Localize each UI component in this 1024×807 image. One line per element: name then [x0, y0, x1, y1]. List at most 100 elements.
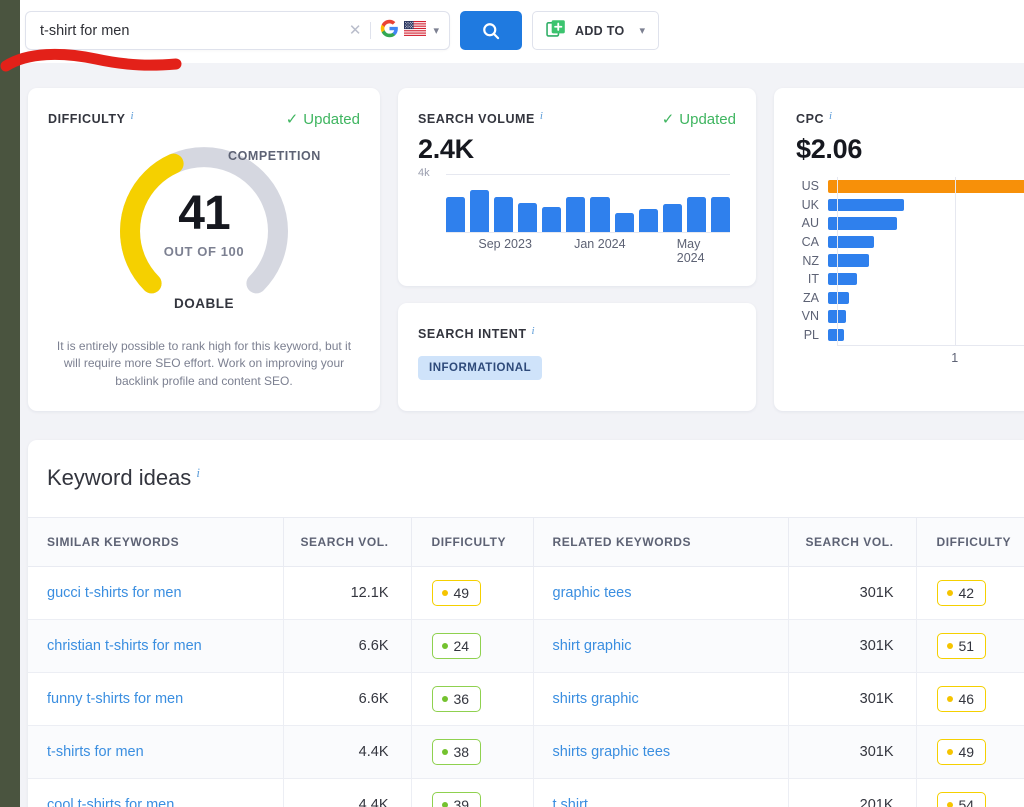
cpc-bar[interactable] — [828, 291, 849, 305]
cpc-bar[interactable] — [828, 254, 870, 267]
keyword-link[interactable]: t-shirts for men — [47, 744, 144, 760]
cell-similar-difficulty: 38 — [411, 725, 534, 779]
info-icon[interactable]: i — [540, 110, 543, 122]
cell-related-keyword: shirt graphic — [533, 619, 789, 673]
keyword-link[interactable]: gucci t-shirts for men — [47, 585, 182, 601]
keyword-link[interactable]: cool t-shirts for men — [47, 797, 174, 807]
chart-bar[interactable] — [542, 207, 562, 232]
cell-related-keyword: shirts graphic — [533, 672, 789, 726]
keyword-link[interactable]: shirt graphic — [553, 638, 632, 654]
chart-bar[interactable] — [686, 197, 706, 232]
search-box[interactable]: ✕ — [25, 11, 450, 50]
info-icon[interactable]: i — [829, 110, 832, 122]
column-related-keywords[interactable]: RELATED KEYWORDS — [533, 517, 789, 567]
difficulty-card: DIFFICULTY i ✓ Updated 41 OUT OF 100 DOAB… — [28, 88, 380, 411]
cpc-country-label: AU — [801, 216, 819, 231]
keyword-link[interactable]: shirts graphic tees — [553, 744, 671, 760]
cpc-track — [828, 177, 1024, 196]
cpc-country-label: US — [801, 179, 819, 194]
chart-bar[interactable] — [566, 197, 586, 232]
keyword-link[interactable]: funny t-shirts for men — [47, 691, 183, 707]
keyword-link[interactable]: t shirt — [553, 797, 588, 807]
cpc-axis-y — [837, 177, 838, 346]
chart-bar[interactable] — [590, 197, 610, 232]
column-related-difficulty[interactable]: DIFFICULTY — [916, 517, 1024, 567]
cpc-bar[interactable] — [828, 235, 875, 249]
cell-similar-difficulty: 49 — [411, 566, 534, 620]
chart-bar[interactable] — [494, 197, 514, 232]
info-icon[interactable]: i — [130, 110, 133, 122]
keyword-link[interactable]: christian t-shirts for men — [47, 638, 202, 654]
column-similar-search-vol[interactable]: SEARCH VOL. — [283, 517, 412, 567]
metrics-cards: DIFFICULTY i ✓ Updated 41 OUT OF 100 DOAB… — [28, 88, 1024, 411]
search-toolbar: ✕ — [25, 11, 660, 50]
cell-related-difficulty: 51 — [916, 619, 1024, 673]
column-similar-difficulty[interactable]: DIFFICULTY — [411, 517, 534, 567]
chart-bar[interactable] — [710, 197, 730, 232]
cpc-row: IT — [796, 270, 1024, 289]
cpc-bar[interactable] — [828, 272, 858, 286]
add-to-list-icon — [546, 18, 567, 44]
cpc-country-label: CA — [801, 235, 819, 250]
close-icon[interactable]: ✕ — [340, 23, 371, 38]
add-to-button[interactable]: ADD TO ▾ — [532, 11, 660, 50]
cpc-bar[interactable] — [828, 198, 904, 212]
cpc-country-label: IT — [807, 272, 819, 287]
chart-bar[interactable] — [446, 197, 466, 232]
info-icon[interactable]: i — [196, 465, 200, 480]
search-input[interactable] — [40, 22, 340, 39]
search-volume-card: SEARCH VOLUME i ✓ Updated 2.4K 4k Sep 20… — [398, 88, 756, 286]
difficulty-badge: 39 — [431, 792, 482, 807]
difficulty-updated-label: Updated — [303, 110, 360, 128]
chart-bar[interactable] — [614, 213, 634, 232]
us-flag-icon[interactable] — [404, 20, 427, 41]
difficulty-gauge: 41 OUT OF 100 DOABLE — [48, 136, 360, 326]
cpc-row: CA — [796, 233, 1024, 252]
status-dot — [441, 749, 448, 755]
keyword-link[interactable]: graphic tees — [553, 585, 632, 601]
cpc-title: CPC — [796, 112, 825, 126]
search-intent-title: SEARCH INTENT — [418, 327, 527, 341]
chart-bar[interactable] — [518, 203, 538, 232]
divider — [370, 22, 372, 39]
cell-similar-keyword: t-shirts for men — [28, 725, 284, 779]
chevron-down-icon[interactable]: ▾ — [433, 24, 439, 37]
chart-baseline — [446, 232, 730, 233]
table-row: gucci t-shirts for men 12.1K 49 graphic tee… — [28, 566, 1024, 620]
cpc-bar[interactable] — [828, 328, 844, 342]
info-icon[interactable]: i — [532, 325, 535, 337]
column-related-search-vol[interactable]: SEARCH VOL. — [788, 517, 917, 567]
cpc-row: ZA — [796, 289, 1024, 308]
search-button[interactable] — [460, 11, 522, 50]
cpc-country-label: VN — [801, 309, 819, 324]
cell-similar-keyword: christian t-shirts for men — [28, 619, 284, 673]
google-icon[interactable] — [380, 19, 399, 43]
cpc-row: AU — [796, 214, 1024, 233]
chart-bar[interactable] — [470, 189, 490, 232]
difficulty-badge: 49 — [936, 739, 987, 765]
search-intent-badge: INFORMATIONAL — [418, 356, 543, 380]
cpc-row: VN — [796, 307, 1024, 326]
chart-bar[interactable] — [662, 204, 682, 232]
cell-related-search-vol: 301K — [788, 566, 917, 620]
table-row: funny t-shirts for men 6.6K 36 shirts graph… — [28, 672, 1024, 726]
cpc-track — [828, 326, 1024, 345]
table-row: t-shirts for men 4.4K 38 shirts graphic tee… — [28, 725, 1024, 779]
cpc-row: US — [796, 177, 1024, 196]
status-dot — [441, 643, 448, 649]
chevron-down-icon[interactable]: ▾ — [640, 24, 646, 37]
cpc-country-label: UK — [801, 197, 819, 212]
column-similar-keywords[interactable]: SIMILAR KEYWORDS — [28, 517, 284, 567]
cpc-row: PL — [796, 326, 1024, 345]
cpc-value: $2.06 — [796, 134, 863, 164]
cpc-bar[interactable] — [828, 180, 1024, 193]
status-dot — [946, 590, 953, 596]
cpc-row: NZ — [796, 251, 1024, 270]
cpc-card: CPC i $2.06 COMPETITION US UK AU CA NZ IT ZA VN P… — [228, 88, 1024, 411]
cpc-track — [828, 251, 1024, 270]
chart-bar[interactable] — [638, 208, 658, 232]
cell-similar-search-vol: 4.4K — [283, 725, 412, 779]
cpc-bar[interactable] — [828, 217, 898, 230]
keyword-link[interactable]: shirts graphic — [553, 691, 639, 707]
difficulty-title: DIFFICULTY — [48, 112, 126, 126]
